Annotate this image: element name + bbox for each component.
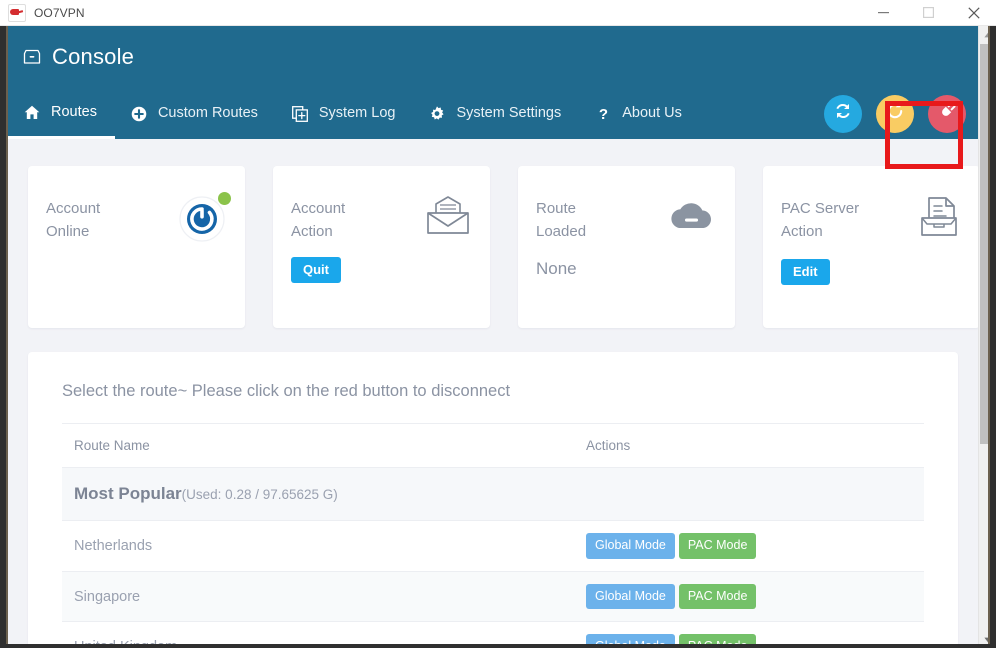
group-usage: (Used: 0.28 / 97.65625 G) [181,487,338,502]
route-actions-cell: Global ModePAC Mode [574,571,924,622]
card-route-loaded: Route Loaded None [518,166,735,328]
nav-label: About Us [622,105,682,122]
application-window: OO7VPN Console Routes Custom Routes Syst… [0,0,996,648]
svg-text:?: ? [599,106,608,122]
global-mode-button[interactable]: Global Mode [586,533,675,559]
table-row[interactable]: Singapore Global Mode PAC Mode [62,571,924,622]
sync-arrows-icon [832,100,854,127]
online-status-dot [218,192,231,205]
route-name: Singapore [74,588,141,605]
window-edge-right-accent [988,26,990,648]
window-controls [861,0,996,26]
card-label: PAC Server Action [781,198,859,243]
nav-item-about-us[interactable]: ? About Us [579,88,700,139]
card-label-line1: Account [291,200,346,217]
card-label-line2: Loaded [536,222,587,240]
gear-icon [429,105,445,122]
card-label: Account Action [291,198,345,243]
table-group-row: Most Popular(Used: 0.28 / 97.65625 G) [62,467,924,521]
copy-add-icon [291,105,308,122]
brand: Console [8,26,978,88]
global-mode-button[interactable]: Global Mode [586,583,675,609]
card-account-action: Account Action Quit [273,166,490,328]
nav-item-system-settings[interactable]: System Settings [413,88,579,139]
sync-button[interactable] [824,94,862,133]
group-name: Most Popular [74,484,182,503]
route-loaded-value: None [536,259,577,278]
route-panel: Select the route~ Please click on the re… [28,352,958,648]
card-label-line2: Action [781,222,823,240]
column-header-actions: Actions [574,423,924,468]
window-title: OO7VPN [34,5,85,20]
route-table-head: Route Name Actions [62,423,924,468]
maximize-button[interactable] [906,0,951,26]
route-table-body: Most Popular(Used: 0.28 / 97.65625 G) Ne… [62,467,924,648]
refresh-arrow-icon [884,100,906,127]
question-icon: ? [595,106,611,122]
pac-mode-button[interactable]: PAC Mode [678,583,757,609]
plus-circle-icon [131,106,147,122]
page-body: Account Online Account Action Quit Route… [8,139,978,648]
app-logo-icon [8,3,26,22]
route-name-cell: Singapore [62,571,574,622]
card-label: Account Online [46,198,100,243]
nav-label: System Settings [456,105,562,122]
nav-label: Custom Routes [157,105,258,122]
status-cards: Account Online Account Action Quit Route… [8,139,978,328]
edit-button[interactable]: Edit [781,259,830,285]
brand-title: Console [52,44,135,69]
pac-mode-button[interactable]: PAC Mode [678,533,757,559]
nav-label: System Log [318,105,396,122]
table-header-row: Route Name Actions [62,423,924,468]
cloud-minus-icon [665,194,717,243]
card-pac-server-action: PAC Server Action Edit [763,166,978,328]
nav-item-system-log[interactable]: System Log [276,88,414,139]
card-label-line1: PAC Server [781,200,860,217]
card-account-online: Account Online [28,166,245,328]
column-header-route-name: Route Name [62,423,574,468]
minimize-button[interactable] [861,0,906,26]
home-icon [24,104,40,120]
power-plug-icon [936,100,958,127]
header-action-buttons [824,88,966,139]
disconnect-button[interactable] [928,94,966,133]
card-label-line2: Action [291,222,333,240]
window-edge-left-accent [6,26,8,648]
card-label: Route Loaded [536,198,586,243]
nav-label: Routes [51,103,97,120]
page-viewport: Console Routes Custom Routes System Log … [8,26,978,648]
card-label-line1: Route [536,200,577,217]
table-row[interactable]: Netherlands Global Mode PAC Mode [62,520,924,572]
route-hint-text: Select the route~ Please click on the re… [62,382,511,400]
route-name-cell: Netherlands [62,520,574,572]
console-box-icon [22,47,42,67]
document-tray-icon [916,194,962,245]
close-button[interactable] [951,0,996,26]
route-actions-cell: Global ModePAC Mode [574,520,924,572]
app-header: Console Routes Custom Routes System Log … [8,26,978,169]
card-label-line2: Online [46,222,90,240]
nav-item-routes[interactable]: Routes [8,88,115,139]
card-label-line1: Account [46,200,101,217]
quit-button[interactable]: Quit [291,257,341,283]
group-row-cell: Most Popular(Used: 0.28 / 97.65625 G) [62,467,924,521]
title-bar: OO7VPN [0,0,996,26]
refresh-button[interactable] [876,94,914,133]
envelope-icon [424,194,472,243]
route-name: Netherlands [74,538,153,555]
route-table: Route Name Actions Most Popular(Used: 0.… [62,423,924,648]
window-edge-bottom [0,644,996,648]
nav-item-custom-routes[interactable]: Custom Routes [115,88,276,139]
